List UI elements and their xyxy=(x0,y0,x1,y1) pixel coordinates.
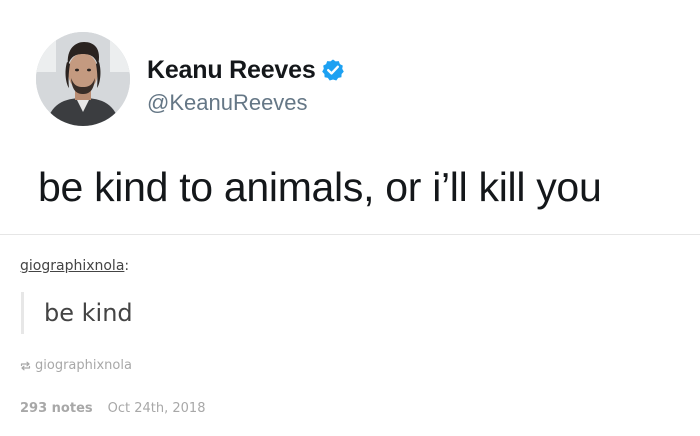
notes-count[interactable]: 293 notes xyxy=(20,401,93,416)
tweet-card: Keanu Reeves @KeanuReeves be kind to ani… xyxy=(0,0,700,235)
verified-badge-icon xyxy=(321,59,344,81)
author-name-row: Keanu Reeves xyxy=(147,54,345,86)
reblog-icon xyxy=(20,361,31,370)
post-footer: 293 notes Oct 24th, 2018 xyxy=(20,401,205,416)
person-photo-icon xyxy=(36,32,130,126)
reblogger: giographixnola: xyxy=(20,258,129,274)
quote-text: be kind xyxy=(44,299,133,327)
reblogger-link[interactable]: giographixnola xyxy=(20,258,124,274)
reblog-source-name: giographixnola xyxy=(35,358,132,373)
author-handle[interactable]: @KeanuReeves xyxy=(147,90,308,116)
author-name[interactable]: Keanu Reeves xyxy=(147,56,316,85)
post-date[interactable]: Oct 24th, 2018 xyxy=(108,401,206,416)
reblog-source[interactable]: giographixnola xyxy=(20,358,132,373)
avatar[interactable] xyxy=(36,32,130,126)
tweet-text: be kind to animals, or i’ll kill you xyxy=(38,164,602,210)
quote-block: be kind xyxy=(21,292,133,334)
reblogger-colon: : xyxy=(124,258,130,274)
